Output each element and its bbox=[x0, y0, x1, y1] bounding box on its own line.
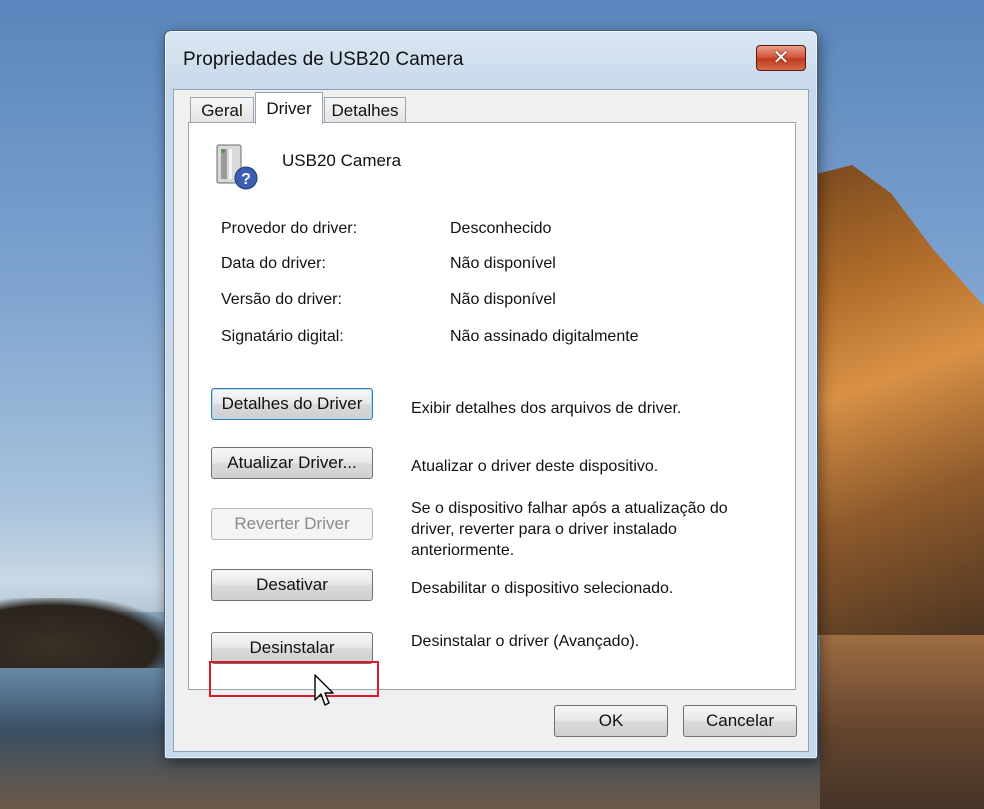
uninstall-button[interactable]: Desinstalar bbox=[211, 632, 373, 664]
prop-value-version: Não disponível bbox=[450, 291, 556, 308]
tab-detalhes[interactable]: Detalhes bbox=[324, 97, 406, 123]
tab-label: Geral bbox=[201, 100, 243, 120]
svg-text:?: ? bbox=[241, 171, 251, 188]
desktop-reflection bbox=[820, 635, 984, 809]
prop-value-signer: Não assinado digitalmente bbox=[450, 328, 639, 345]
description-line: driver, reverter para o driver instalado bbox=[411, 521, 677, 538]
description-line: anteriormente. bbox=[411, 542, 515, 559]
properties-dialog: Propriedades de USB20 Camera ✕ Geral Dri… bbox=[164, 30, 818, 759]
prop-label-version: Versão do driver: bbox=[221, 291, 342, 308]
tab-geral[interactable]: Geral bbox=[190, 97, 254, 123]
ok-button[interactable]: OK bbox=[554, 705, 668, 737]
prop-label-provider: Provedor do driver: bbox=[221, 220, 358, 237]
window-title: Propriedades de USB20 Camera bbox=[183, 49, 464, 70]
prop-label-signer: Signatário digital: bbox=[221, 328, 344, 345]
tab-label: Driver bbox=[266, 98, 312, 118]
rollback-driver-description: Se o dispositivo falhar após a atualizaç… bbox=[411, 498, 728, 561]
uninstall-highlight-frame bbox=[209, 661, 379, 697]
mouse-cursor-icon bbox=[314, 674, 334, 706]
update-driver-button[interactable]: Atualizar Driver... bbox=[211, 447, 373, 479]
desktop-mountain bbox=[815, 165, 984, 635]
cancel-button[interactable]: Cancelar bbox=[683, 705, 797, 737]
prop-label-date: Data do driver: bbox=[221, 255, 326, 272]
usb-device-unknown-icon: ? bbox=[216, 144, 258, 190]
tab-driver[interactable]: Driver bbox=[255, 92, 323, 124]
uninstall-description: Desinstalar o driver (Avançado). bbox=[411, 633, 640, 650]
close-button[interactable]: ✕ bbox=[756, 45, 806, 71]
driver-details-button[interactable]: Detalhes do Driver bbox=[211, 388, 373, 420]
prop-value-provider: Desconhecido bbox=[450, 220, 552, 237]
description-line: Se o dispositivo falhar após a atualizaç… bbox=[411, 500, 728, 517]
rollback-driver-button[interactable]: Reverter Driver bbox=[211, 508, 373, 540]
prop-value-date: Não disponível bbox=[450, 255, 556, 272]
disable-device-button[interactable]: Desativar bbox=[211, 569, 373, 601]
device-name: USB20 Camera bbox=[282, 151, 402, 170]
driver-details-description: Exibir detalhes dos arquivos de driver. bbox=[411, 400, 682, 417]
close-icon: ✕ bbox=[772, 47, 790, 69]
update-driver-description: Atualizar o driver deste dispositivo. bbox=[411, 458, 659, 475]
disable-device-description: Desabilitar o dispositivo selecionado. bbox=[411, 580, 674, 597]
tab-label: Detalhes bbox=[331, 100, 399, 120]
driver-tab-panel: ? USB20 Camera Provedor do driver: Desco… bbox=[188, 122, 796, 690]
desktop-rocks bbox=[0, 598, 175, 668]
dialog-client-area: Geral Driver Detalhes ? USB20 Camera Pro… bbox=[173, 89, 809, 752]
